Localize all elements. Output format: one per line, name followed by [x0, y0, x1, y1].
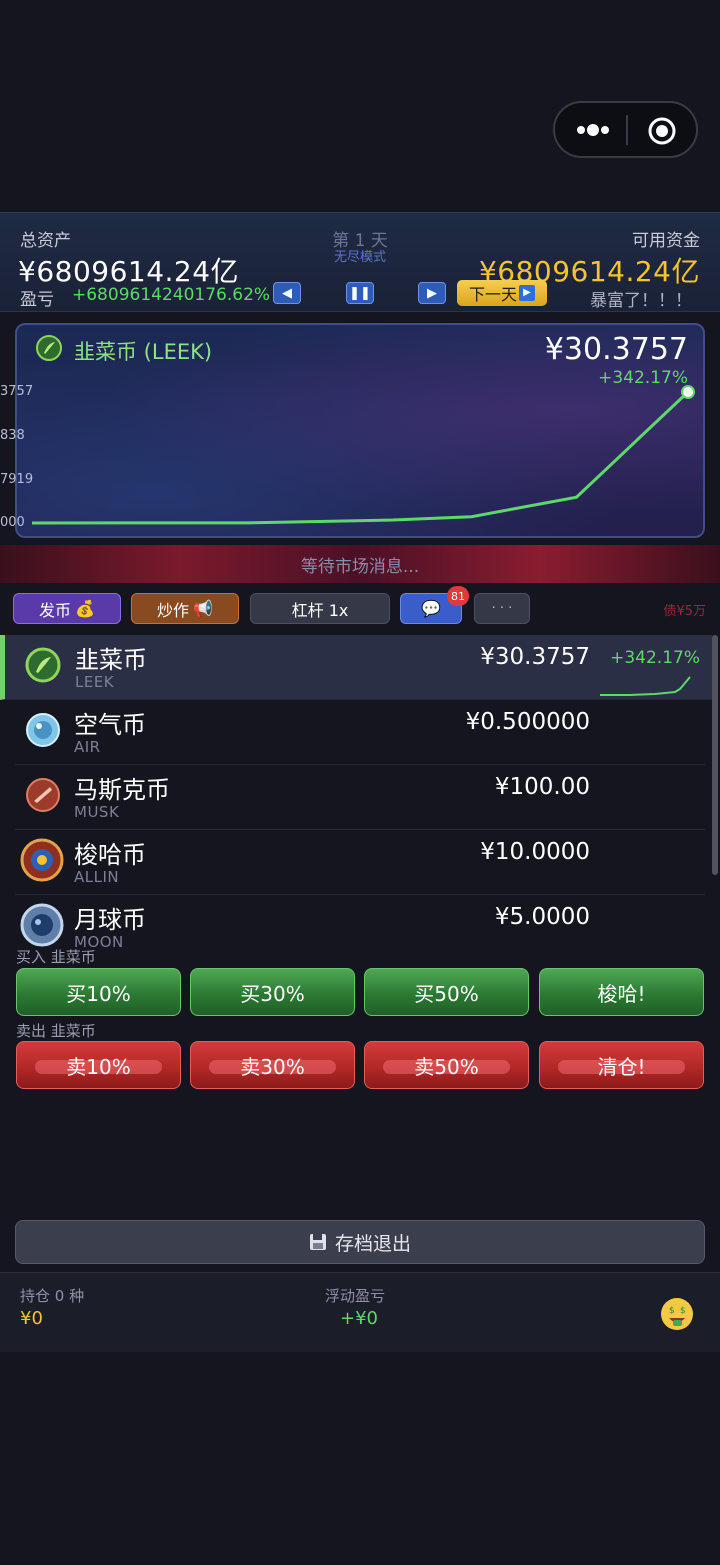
floating-pnl-label: 浮动盈亏 [325, 1287, 386, 1305]
coin-name: 梭哈币 [74, 841, 146, 869]
buy-10-button[interactable]: 买10% [16, 968, 181, 1016]
coin-price: ¥0.500000 [465, 709, 590, 735]
svg-text:$: $ [680, 1306, 686, 1316]
buy-30-button[interactable]: 买30% [190, 968, 355, 1016]
floating-pnl-value: +¥0 [340, 1308, 378, 1329]
latest-price-point [681, 385, 695, 399]
total-assets-label: 总资产 [20, 231, 71, 251]
prev-button[interactable]: ◀ [273, 282, 301, 304]
money-bag-icon: 💰 [75, 599, 95, 618]
allin-coin-icon [20, 838, 64, 882]
prev-icon: ◀ [282, 285, 292, 301]
chat-bubble-icon: 💬 [421, 599, 441, 618]
coin-price: ¥10.0000 [480, 839, 590, 865]
musk-coin-icon [26, 778, 60, 812]
target-circle-icon[interactable] [647, 116, 677, 146]
coin-row-air[interactable]: 空气币 AIR ¥0.500000 [15, 700, 705, 765]
issue-coin-label: 发币 [39, 600, 72, 620]
coin-price: ¥5.0000 [494, 904, 590, 930]
status-text: 暴富了！！！ [590, 291, 692, 311]
coin-row-moon[interactable]: 月球币 MOON ¥5.0000 [15, 895, 705, 953]
coin-row-leek[interactable]: 韭菜币 LEEK ¥30.3757 +342.17% [0, 635, 712, 700]
svg-text:$: $ [669, 1306, 675, 1316]
price-line-chart [31, 385, 695, 525]
moon-coin-icon [20, 903, 64, 947]
clear-position-button[interactable]: 清仓! [539, 1041, 704, 1089]
hype-button[interactable]: 炒作 📢 [131, 593, 239, 624]
coin-symbol: MUSK [74, 803, 120, 821]
next-day-label: 下一天 [468, 285, 517, 304]
leek-coin-icon [25, 647, 61, 683]
more-label: · · · [491, 601, 513, 616]
leverage-label: 杠杆 1x [291, 600, 349, 620]
sell-10-button[interactable]: 卖10% [16, 1041, 181, 1089]
holdings-label: 持仓 0 种 [20, 1287, 85, 1305]
coin-row-allin[interactable]: 梭哈币 ALLIN ¥10.0000 [15, 830, 705, 895]
capsule-divider [626, 115, 628, 145]
price-series-line [31, 390, 690, 525]
list-scrollbar[interactable] [712, 635, 718, 875]
mode-label: 无尽模式 [333, 250, 386, 265]
market-news-text: 等待市场消息... [300, 556, 420, 577]
save-exit-label: 存档退出 [334, 1232, 411, 1255]
debt-label: 债¥5万 [663, 604, 706, 619]
pnl-value: +6809614240176.62% [72, 285, 271, 305]
coin-name: 月球币 [74, 906, 146, 934]
coin-name: 韭菜币 [75, 646, 147, 674]
leek-sparkline [600, 676, 691, 696]
chat-unread-badge: 81 [447, 586, 469, 606]
more-dots-icon[interactable] [573, 116, 613, 144]
floppy-disk-icon [309, 1234, 326, 1250]
play-button[interactable]: ▶ [418, 282, 446, 304]
miniprogram-capsule [553, 101, 698, 158]
megaphone-icon: 📢 [193, 599, 213, 618]
coin-symbol: ALLIN [74, 868, 120, 886]
total-assets-value: ¥6809614.24亿 [18, 255, 240, 288]
pause-button[interactable]: ❚❚ [346, 282, 374, 304]
pause-icon: ❚❚ [349, 285, 371, 301]
sell-30-label: 卖30% [240, 1054, 305, 1079]
buy-all-in-button[interactable]: 梭哈! [539, 968, 704, 1016]
buy-section-label: 买入 韭菜币 [16, 948, 96, 966]
coin-price: ¥100.00 [494, 774, 590, 800]
hype-label: 炒作 [157, 600, 190, 620]
play-icon: ▶ [427, 285, 437, 301]
clear-position-label: 清仓! [597, 1054, 646, 1079]
next-day-button[interactable]: 下一天 ▶ [457, 280, 547, 306]
pnl-label: 盈亏 [20, 290, 54, 310]
coin-price: ¥30.3757 [480, 644, 590, 670]
money-face-icon[interactable]: $ $ [659, 1296, 695, 1332]
leverage-button[interactable]: 杠杆 1x [250, 593, 390, 624]
sell-10-label: 卖10% [66, 1054, 131, 1079]
sell-50-label: 卖50% [414, 1054, 479, 1079]
coin-symbol: AIR [74, 738, 101, 756]
sell-50-button[interactable]: 卖50% [364, 1041, 529, 1089]
coin-symbol: LEEK [75, 673, 115, 691]
play-icon: ▶ [519, 285, 535, 301]
available-funds-label: 可用资金 [632, 231, 700, 251]
save-exit-button[interactable]: 存档退出 [15, 1220, 705, 1264]
coin-row-musk[interactable]: 马斯克币 MUSK ¥100.00 [15, 765, 705, 830]
coin-change: +342.17% [610, 648, 700, 668]
sell-30-button[interactable]: 卖30% [190, 1041, 355, 1089]
more-button[interactable]: · · · [474, 593, 530, 624]
market-news-banner: 等待市场消息... [0, 545, 720, 583]
buy-50-button[interactable]: 买50% [364, 968, 529, 1016]
sell-section-label: 卖出 韭菜币 [16, 1022, 96, 1040]
holdings-value: ¥0 [20, 1308, 43, 1329]
air-coin-icon [26, 713, 60, 747]
coin-name: 马斯克币 [74, 776, 170, 804]
issue-coin-button[interactable]: 发币 💰 [13, 593, 121, 624]
coin-name: 空气币 [74, 711, 146, 739]
